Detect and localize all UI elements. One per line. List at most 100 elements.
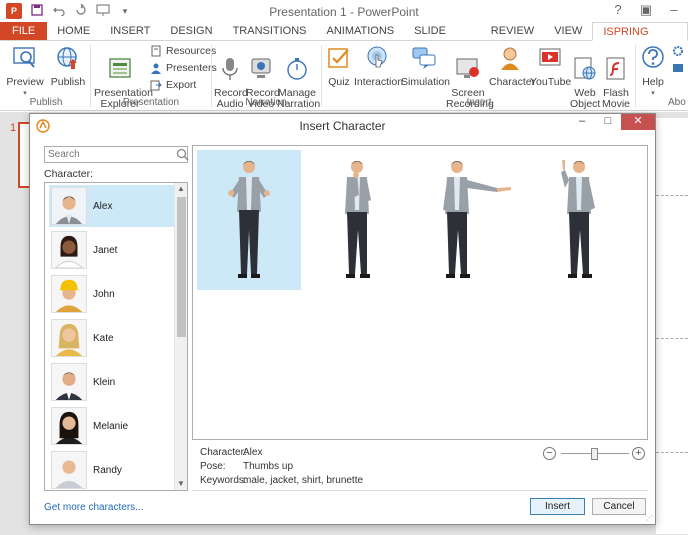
dialog-maximize-button[interactable]: □: [595, 114, 621, 130]
simulation-label: Simulation: [401, 76, 451, 88]
youtube-icon: [539, 48, 561, 66]
simulation-button[interactable]: Simulation: [401, 45, 451, 88]
character-name: Alex: [93, 200, 113, 212]
tab-ispring-suite[interactable]: ISPRING SUITE 8: [592, 22, 688, 56]
character-item-alex[interactable]: Alex: [49, 185, 175, 227]
dialog-window-controls: – □ ✕: [569, 114, 655, 130]
zoom-control: − +: [543, 447, 645, 461]
avatar: [51, 363, 87, 401]
settings-gear-icon: [673, 46, 683, 56]
pose-pointing[interactable]: [417, 150, 521, 290]
zoom-out-button[interactable]: −: [543, 447, 556, 460]
presentation-explorer-icon: [109, 58, 131, 78]
search-input[interactable]: Search: [44, 146, 188, 163]
insert-character-dialog: Insert Character – □ ✕ Search Character:…: [29, 113, 656, 525]
scroll-down-arrow-icon[interactable]: ▼: [175, 478, 187, 490]
dialog-title: Insert Character: [299, 119, 386, 133]
web-object-button[interactable]: Web Object: [570, 45, 600, 121]
character-list[interactable]: Alex Janet John Kate Klein Melanie Randy…: [44, 182, 188, 491]
quiz-checkbox-icon: [328, 48, 349, 68]
avatar: [51, 231, 87, 269]
app-title: Presentation 1 - PowerPoint: [269, 5, 419, 19]
help-button[interactable]: Help ▾: [640, 45, 666, 99]
tab-insert[interactable]: INSERT: [100, 22, 160, 40]
character-item-janet[interactable]: Janet: [49, 229, 175, 271]
ribbon-separator: [90, 45, 91, 107]
pose-thinking[interactable]: [307, 150, 411, 290]
character-item-randy[interactable]: Randy: [49, 449, 175, 490]
zoom-in-button[interactable]: +: [632, 447, 645, 460]
tab-animations[interactable]: ANIMATIONS: [317, 22, 405, 40]
tab-design[interactable]: DESIGN: [160, 22, 222, 40]
scroll-up-arrow-icon[interactable]: ▲: [175, 183, 187, 195]
character-list-label: Character:: [44, 168, 94, 180]
zoom-slider-thumb[interactable]: [591, 448, 598, 460]
quiz-label: Quiz: [328, 76, 350, 88]
flash-movie-icon: [606, 57, 625, 80]
search-icon[interactable]: [176, 148, 189, 161]
get-more-characters-link[interactable]: Get more characters...: [44, 502, 143, 513]
tab-review[interactable]: REVIEW: [481, 22, 544, 40]
record-audio-button[interactable]: Record Audio: [214, 45, 248, 121]
tab-file[interactable]: FILE: [0, 22, 48, 40]
character-list-scrollbar[interactable]: ▲ ▼: [174, 183, 187, 490]
avatar: [51, 451, 87, 489]
minimize-button[interactable]: –: [660, 0, 688, 22]
character-item-kate[interactable]: Kate: [49, 317, 175, 359]
tab-transitions[interactable]: TRANSITIONS: [223, 22, 317, 40]
publish-label: Publish: [50, 76, 86, 88]
stopwatch-icon: [287, 58, 307, 80]
dialog-minimize-button[interactable]: –: [569, 114, 595, 130]
character-name: John: [93, 288, 115, 300]
group-label-publish: Publish: [29, 97, 63, 108]
flash-movie-button[interactable]: Flash Movie: [600, 45, 632, 121]
export-button[interactable]: Export: [150, 79, 196, 91]
slide-thumbnail-number: 1: [10, 122, 17, 134]
avatar: [51, 407, 87, 445]
screen-recording-button[interactable]: Screen Recording: [446, 45, 494, 121]
presenters-button[interactable]: Presenters: [150, 62, 217, 74]
pose-idea[interactable]: [527, 150, 631, 290]
preview-button[interactable]: Preview ▾: [6, 45, 44, 99]
record-video-button[interactable]: Record Video: [246, 45, 280, 121]
youtube-button[interactable]: YouTube: [530, 45, 571, 88]
placeholder-border: [656, 195, 688, 196]
help-question-icon: [642, 46, 664, 68]
manage-narration-button[interactable]: Manage Narration: [277, 45, 320, 121]
character-item-klein[interactable]: Klein: [49, 361, 175, 403]
help-icon[interactable]: ?: [604, 0, 632, 22]
tab-view[interactable]: VIEW: [544, 22, 592, 40]
character-pose-figure: [345, 161, 371, 278]
slide-canvas[interactable]: [656, 118, 688, 534]
character-name: Kate: [93, 332, 114, 344]
dialog-close-button[interactable]: ✕: [621, 114, 655, 130]
avatar: [51, 319, 87, 357]
pose-thumbs-up[interactable]: [197, 150, 301, 290]
resources-icon: [151, 45, 161, 57]
webcam-icon: [251, 58, 271, 78]
dialog-title-bar[interactable]: Insert Character – □ ✕: [30, 114, 655, 138]
about-button[interactable]: [668, 45, 688, 79]
cancel-button[interactable]: Cancel: [592, 498, 646, 515]
ribbon-separator: [635, 45, 636, 107]
character-button[interactable]: Character: [489, 45, 535, 88]
presentation-explorer-button[interactable]: Presentation Explorer: [94, 45, 153, 121]
character-item-melanie[interactable]: Melanie: [49, 405, 175, 447]
resize-grip-icon[interactable]: ⋰: [646, 514, 653, 522]
quiz-button[interactable]: Quiz: [326, 45, 352, 88]
tab-slide-show[interactable]: SLIDE SHOW: [404, 22, 481, 55]
export-label: Export: [166, 79, 197, 91]
character-item-john[interactable]: John: [49, 273, 175, 315]
avatar: [51, 275, 87, 313]
microphone-icon: [222, 58, 238, 80]
resources-button[interactable]: Resources: [150, 45, 216, 57]
ribbon-display-icon[interactable]: ▣: [632, 0, 660, 22]
insert-button[interactable]: Insert: [530, 498, 585, 515]
ribbon-separator: [321, 45, 322, 107]
tab-home[interactable]: HOME: [47, 22, 100, 40]
interaction-button[interactable]: Interaction: [354, 45, 403, 88]
scroll-thumb[interactable]: [177, 197, 186, 337]
character-pose-figure: [228, 161, 270, 278]
publish-button[interactable]: Publish: [50, 45, 86, 88]
interaction-touch-icon: [367, 46, 387, 68]
